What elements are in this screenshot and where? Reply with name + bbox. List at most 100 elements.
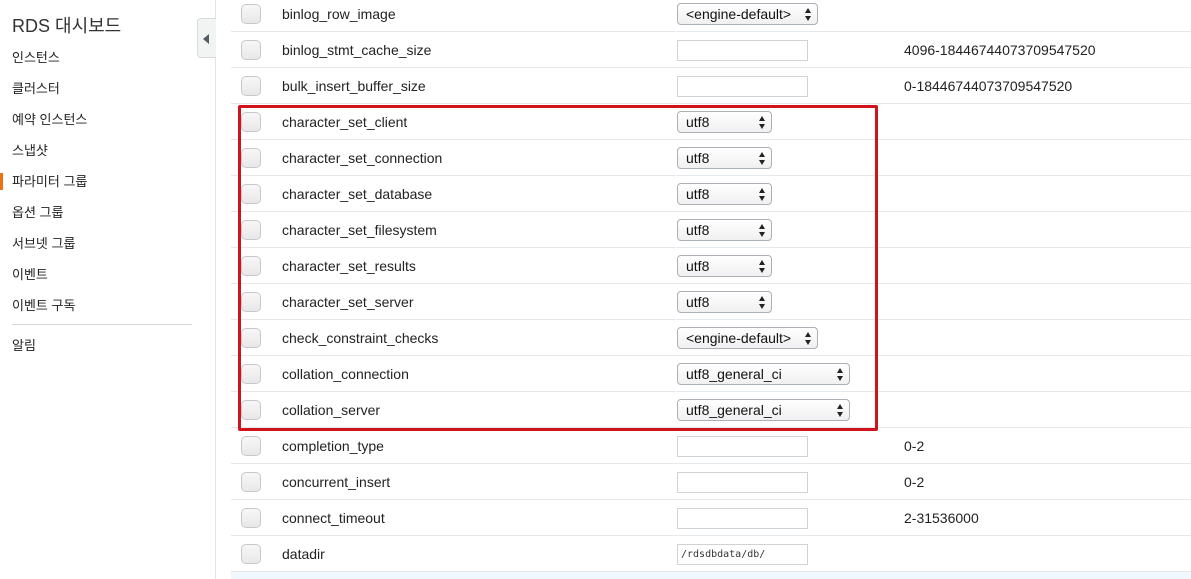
parameter-row: connect_timeout 2-31536000 (231, 500, 1191, 536)
row-checkbox[interactable] (241, 76, 261, 96)
row-checkbox[interactable] (241, 148, 261, 168)
parameter-name: binlog_row_image (282, 6, 396, 22)
sidebar: RDS 대시보드 인스턴스 클러스터 예약 인스턴스 스냅샷 파라미터 그룹 옵션 그룹 서… (0, 0, 216, 579)
select-arrows-icon (805, 332, 812, 345)
select-arrows-icon (837, 404, 844, 417)
parameter-value-select[interactable]: utf8_general_ci (677, 363, 850, 385)
row-checkbox[interactable] (241, 220, 261, 240)
parameter-value-select[interactable]: utf8 (677, 291, 772, 313)
parameter-value-select[interactable]: utf8 (677, 183, 772, 205)
parameter-row: character_set_results utf8 (231, 248, 1191, 284)
select-arrows-icon (759, 188, 766, 201)
sidebar-item[interactable]: 예약 인스턴스 (0, 104, 216, 135)
parameter-value-input[interactable] (677, 76, 808, 97)
parameter-value-input[interactable] (677, 472, 808, 493)
select-value: utf8 (686, 114, 710, 130)
row-checkbox[interactable] (241, 4, 261, 24)
sidebar-item[interactable]: 이벤트 (0, 259, 216, 290)
select-arrows-icon (837, 368, 844, 381)
parameter-row: binlog_stmt_cache_size 4096-1844674407370… (231, 32, 1191, 68)
select-value: utf8_general_ci (686, 402, 782, 418)
row-checkbox[interactable] (241, 400, 261, 420)
sidebar-nav: 인스턴스 클러스터 예약 인스턴스 스냅샷 파라미터 그룹 옵션 그룹 서브넷 그룹 이벤트 이… (0, 42, 216, 321)
parameter-row: concurrent_insert 0-2 (231, 464, 1191, 500)
row-checkbox[interactable] (241, 112, 261, 132)
parameter-value-input[interactable] (677, 436, 808, 457)
parameter-name: character_set_server (282, 294, 414, 310)
parameter-row: check_constraint_checks <engine-default> (231, 320, 1191, 356)
parameter-row: character_set_server utf8 (231, 284, 1191, 320)
parameter-row: binlog_row_image <engine-default> (231, 0, 1191, 32)
parameter-name: concurrent_insert (282, 474, 391, 490)
parameter-value-select[interactable]: utf8 (677, 111, 772, 133)
parameter-name: character_set_connection (282, 150, 443, 166)
parameter-table: binlog_row_image <engine-default> binlog_s… (231, 0, 1191, 572)
select-value: utf8 (686, 186, 710, 202)
sidebar-item[interactable]: 옵션 그룹 (0, 197, 216, 228)
parameter-value-input[interactable] (677, 508, 808, 529)
row-checkbox[interactable] (241, 184, 261, 204)
parameter-value-select[interactable]: utf8 (677, 219, 772, 241)
select-value: utf8 (686, 222, 710, 238)
parameter-name: bulk_insert_buffer_size (282, 78, 426, 94)
parameter-name: collation_connection (282, 366, 409, 382)
allowed-values: 2-31536000 (904, 510, 979, 526)
select-arrows-icon (759, 296, 766, 309)
parameter-name: connect_timeout (282, 510, 385, 526)
sidebar-title[interactable]: RDS 대시보드 (12, 12, 121, 38)
allowed-values: 4096-18446744073709547520 (904, 42, 1096, 58)
parameter-name: character_set_database (282, 186, 433, 202)
parameter-name: check_constraint_checks (282, 330, 439, 346)
parameter-row: character_set_filesystem utf8 (231, 212, 1191, 248)
parameter-value-input[interactable] (677, 40, 808, 61)
select-arrows-icon (759, 224, 766, 237)
row-checkbox[interactable] (241, 436, 261, 456)
parameter-value-select[interactable]: utf8 (677, 147, 772, 169)
row-checkbox[interactable] (241, 328, 261, 348)
parameter-name: character_set_filesystem (282, 222, 437, 238)
parameter-name: character_set_client (282, 114, 408, 130)
sidebar-item[interactable]: 파라미터 그룹 (0, 166, 216, 197)
parameter-value-select[interactable]: utf8_general_ci (677, 399, 850, 421)
sidebar-item[interactable]: 인스턴스 (0, 42, 216, 73)
select-value: utf8 (686, 150, 710, 166)
collapse-sidebar-button[interactable] (197, 18, 216, 58)
parameter-name: completion_type (282, 438, 384, 454)
select-arrows-icon (805, 8, 812, 21)
sidebar-item-alarm[interactable]: 알림 (12, 335, 36, 354)
parameter-value-select[interactable]: utf8 (677, 255, 772, 277)
parameter-row: collation_server utf8_general_ci (231, 392, 1191, 428)
row-checkbox[interactable] (241, 292, 261, 312)
parameter-value-select[interactable]: <engine-default> (677, 327, 818, 349)
sidebar-item[interactable]: 스냅샷 (0, 135, 216, 166)
parameter-value-select[interactable]: <engine-default> (677, 3, 818, 25)
parameter-name: binlog_stmt_cache_size (282, 42, 432, 58)
row-checkbox[interactable] (241, 40, 261, 60)
chevron-left-icon (203, 34, 209, 44)
parameter-name: collation_server (282, 402, 381, 418)
select-value: utf8 (686, 258, 710, 274)
select-value: utf8 (686, 294, 710, 310)
row-checkbox[interactable] (241, 508, 261, 528)
sidebar-item[interactable]: 이벤트 구독 (0, 290, 216, 321)
parameter-value-input[interactable]: /rdsdbdata/db/ (677, 544, 808, 565)
select-value: utf8_general_ci (686, 366, 782, 382)
parameter-name: character_set_results (282, 258, 416, 274)
allowed-values: 0-2 (904, 474, 925, 490)
sidebar-divider (12, 324, 192, 325)
row-checkbox[interactable] (241, 544, 261, 564)
table-row-partial (231, 572, 1191, 579)
allowed-values: 0-2 (904, 438, 925, 454)
parameter-name: datadir (282, 546, 325, 562)
row-checkbox[interactable] (241, 256, 261, 276)
allowed-values: 0-18446744073709547520 (904, 78, 1073, 94)
parameter-row: character_set_client utf8 (231, 104, 1191, 140)
row-checkbox[interactable] (241, 364, 261, 384)
select-arrows-icon (759, 116, 766, 129)
row-checkbox[interactable] (241, 472, 261, 492)
sidebar-item[interactable]: 서브넷 그룹 (0, 228, 216, 259)
parameter-row: character_set_connection utf8 (231, 140, 1191, 176)
parameter-row: collation_connection utf8_general_ci (231, 356, 1191, 392)
sidebar-item[interactable]: 클러스터 (0, 73, 216, 104)
select-arrows-icon (759, 260, 766, 273)
